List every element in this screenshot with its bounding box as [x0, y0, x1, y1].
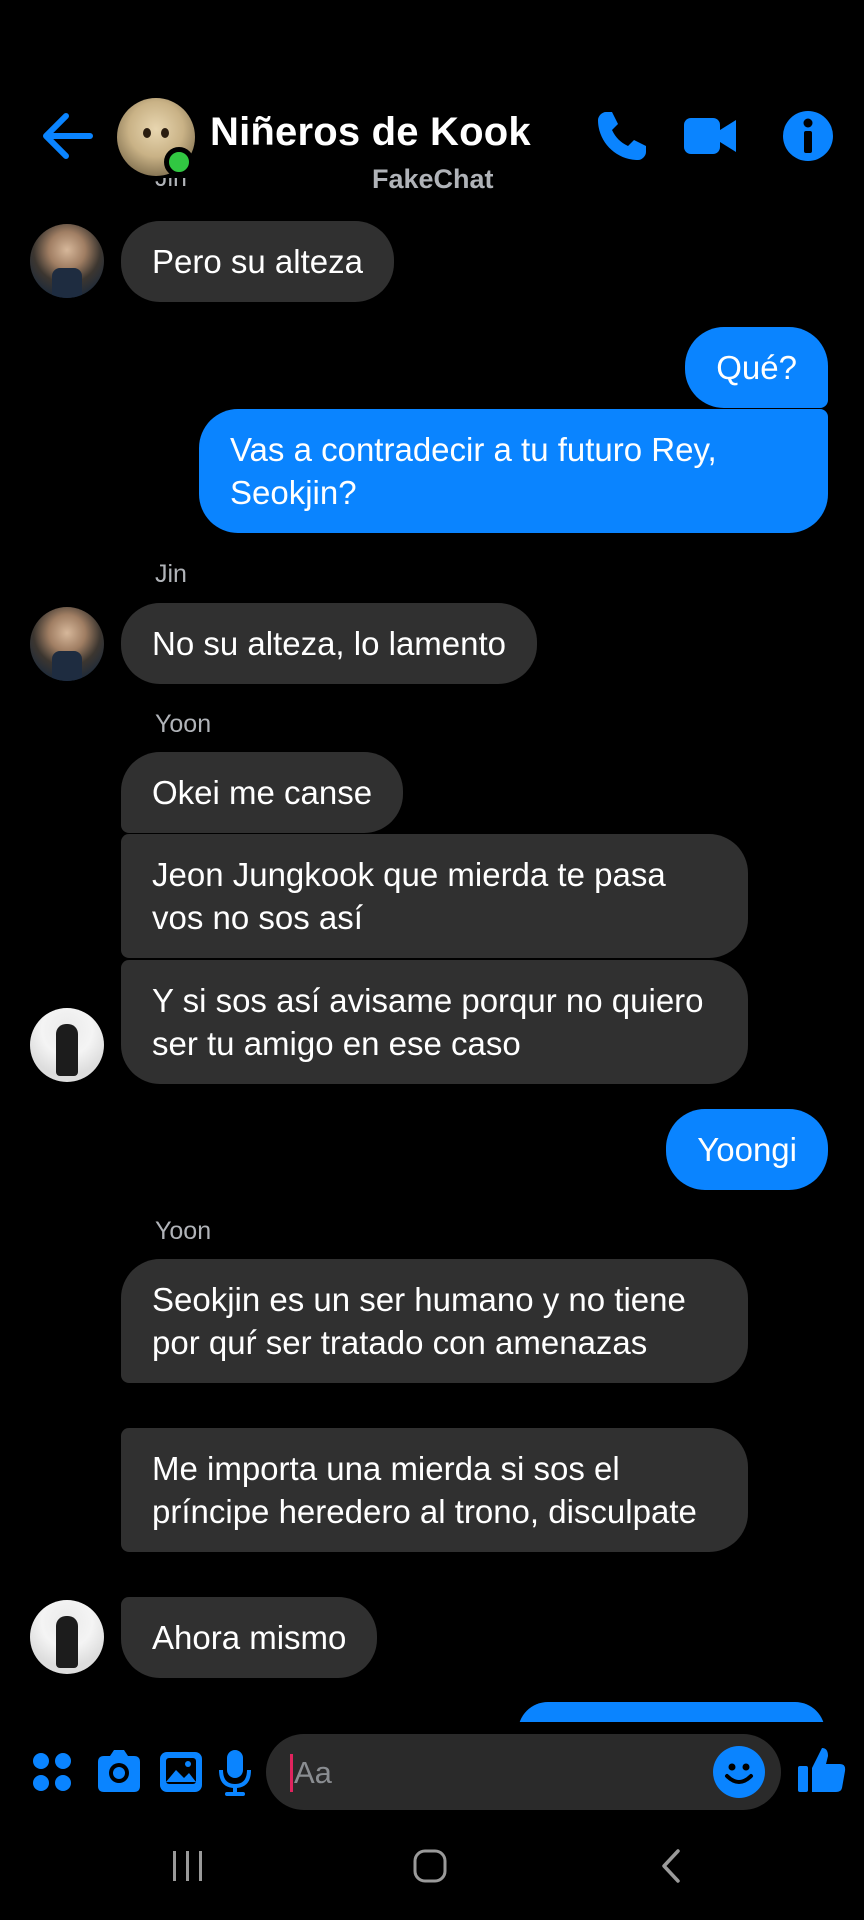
online-status-indicator — [164, 147, 194, 177]
message-incoming[interactable]: Pero su alteza — [121, 221, 394, 302]
chat-subtitle: FakeChat — [372, 164, 494, 194]
message-composer[interactable] — [266, 1734, 781, 1812]
message-input[interactable] — [292, 1734, 696, 1812]
sender-name-cut: Jin — [155, 178, 187, 192]
avatar-yoon[interactable] — [30, 1008, 104, 1082]
message-outgoing-partial[interactable] — [518, 1702, 825, 1722]
message-incoming[interactable]: No su alteza, lo lamento — [121, 603, 538, 684]
back-nav-icon[interactable] — [656, 1845, 686, 1894]
thumbs-up-icon[interactable] — [796, 1744, 848, 1801]
message-outgoing[interactable]: Vas a contradecir a tu futuro Rey, Seokj… — [199, 409, 828, 533]
sender-name: Yoon — [155, 1217, 212, 1245]
message-incoming[interactable]: Y si sos así avisame porqur no quiero se… — [121, 960, 748, 1084]
video-camera-icon[interactable] — [680, 106, 740, 166]
message-incoming[interactable]: Seokjin es un ser humano y no tiene por … — [121, 1259, 748, 1383]
back-arrow-icon[interactable] — [38, 110, 96, 162]
home-icon[interactable] — [411, 1845, 451, 1894]
message-outgoing[interactable]: Qué? — [685, 327, 828, 408]
message-outgoing[interactable]: Yoongi — [666, 1109, 828, 1190]
chat-title[interactable]: Niñeros de Kook — [210, 110, 531, 155]
avatar-jin[interactable] — [30, 607, 104, 681]
gallery-icon[interactable] — [158, 1746, 204, 1798]
recent-apps-icon[interactable] — [170, 1845, 206, 1894]
phone-icon[interactable] — [592, 106, 652, 166]
avatar-jin[interactable] — [30, 224, 104, 298]
message-incoming[interactable]: Me importa una mierda si sos el príncipe… — [121, 1428, 748, 1552]
camera-icon[interactable] — [94, 1746, 144, 1798]
avatar-yoon[interactable] — [30, 1600, 104, 1674]
message-incoming[interactable]: Okei me canse — [121, 752, 404, 833]
emoji-icon[interactable] — [713, 1746, 765, 1798]
message-incoming[interactable]: Jeon Jungkook que mierda te pasa vos no … — [121, 834, 748, 958]
microphone-icon[interactable] — [218, 1746, 252, 1798]
apps-grid-icon[interactable] — [30, 1746, 74, 1798]
message-incoming[interactable]: Ahora mismo — [121, 1597, 378, 1678]
sender-name: Yoon — [155, 710, 212, 738]
sender-name: Jin — [155, 560, 187, 588]
info-icon[interactable] — [778, 106, 838, 166]
